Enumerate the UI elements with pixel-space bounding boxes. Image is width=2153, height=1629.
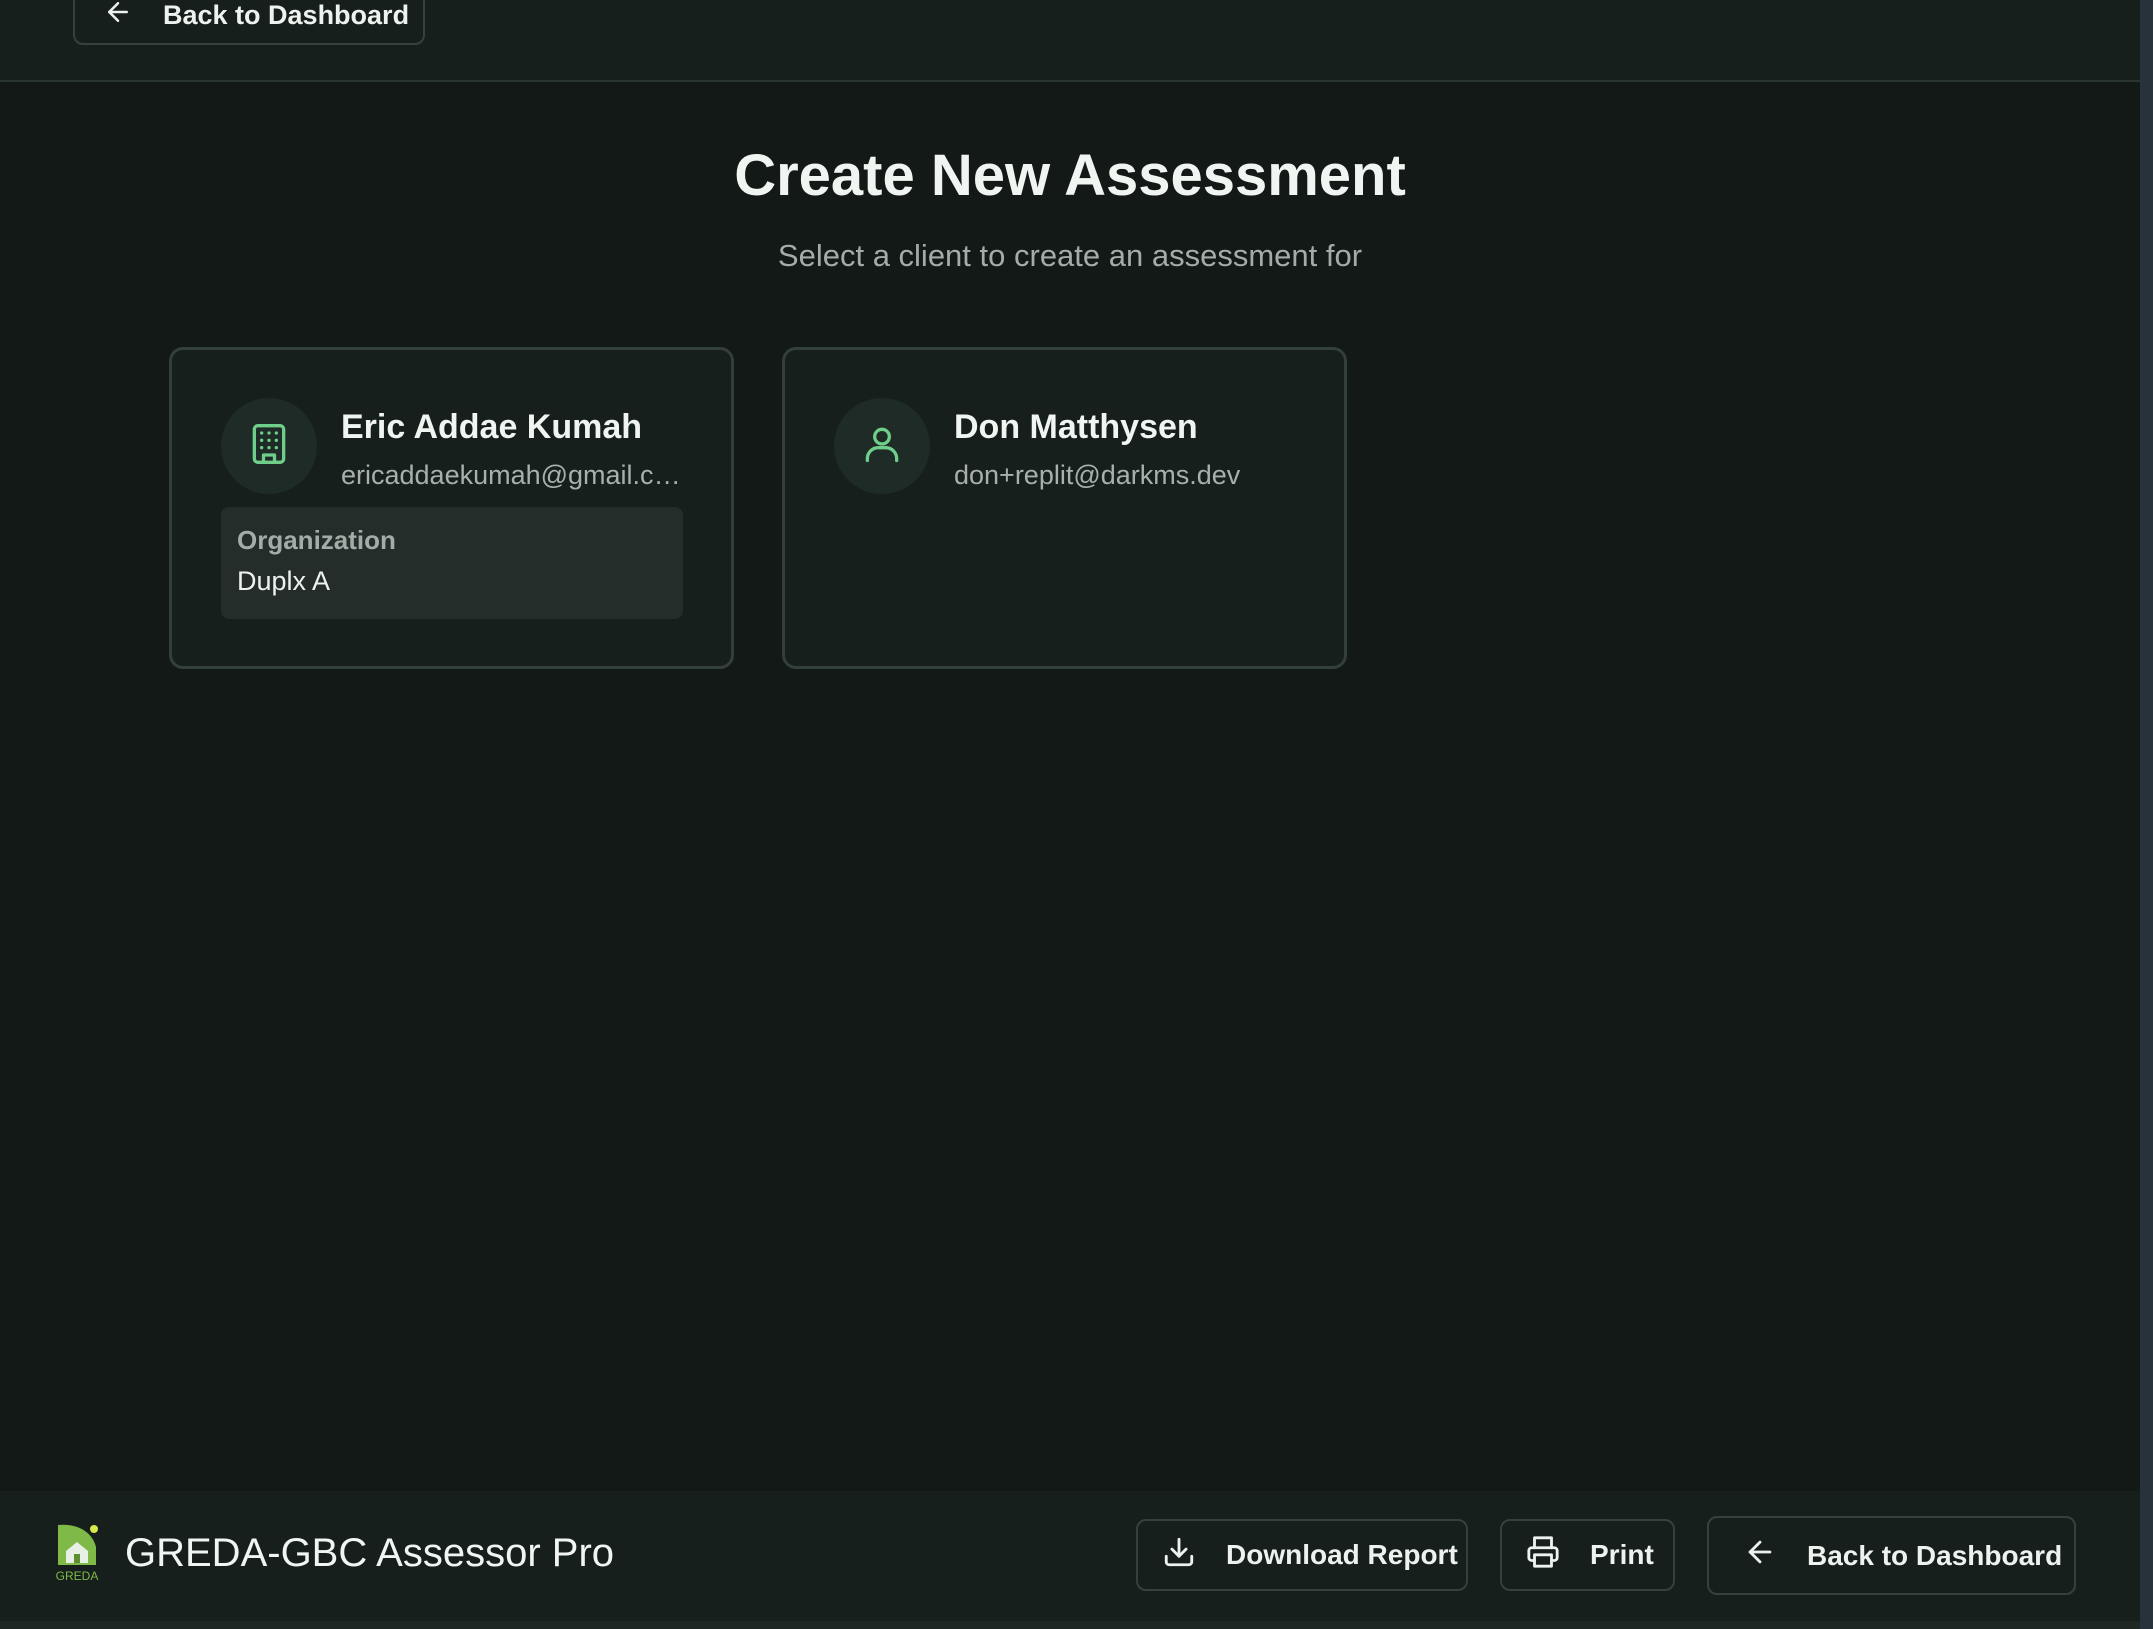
top-header: Back to Dashboard <box>0 0 2140 82</box>
organization-label: Organization <box>237 525 396 555</box>
client-email: ericaddaekumah@gmail.com <box>341 460 686 490</box>
back-to-dashboard-label: Back to Dashboard <box>163 0 410 30</box>
arrow-left-icon <box>103 0 133 34</box>
arrow-left-icon <box>1743 1535 1777 1576</box>
building-icon <box>247 422 291 471</box>
organization-box: Organization Duplx A <box>221 507 683 619</box>
user-icon <box>860 422 904 471</box>
client-name: Eric Addae Kumah <box>341 408 643 446</box>
back-to-dashboard-button[interactable]: Back to Dashboard <box>73 0 425 45</box>
page-subtitle: Select a client to create an assessment … <box>777 238 1363 273</box>
window-edge <box>2140 0 2153 1629</box>
download-report-label: Download Report <box>1226 1539 1458 1570</box>
client-card-don-matthysen[interactable]: Don Matthysen don+replit@darkms.dev <box>782 347 1347 669</box>
download-icon <box>1162 1535 1196 1576</box>
organization-value: Duplx A <box>237 566 331 596</box>
footer-toolbar: GREDA GREDA-GBC Assessor Pro Download Re… <box>0 1491 2140 1621</box>
client-name: Don Matthysen <box>954 408 1198 446</box>
logo-text: GREDA <box>56 1569 99 1583</box>
footer-back-to-dashboard-button[interactable]: Back to Dashboard <box>1707 1516 2076 1595</box>
printer-icon <box>1526 1535 1560 1576</box>
footer-divider <box>0 1621 2140 1629</box>
print-button[interactable]: Print <box>1500 1519 1675 1591</box>
print-label: Print <box>1590 1539 1654 1570</box>
client-card-eric-addae-kumah[interactable]: Eric Addae Kumah ericaddaekumah@gmail.co… <box>169 347 734 669</box>
client-avatar <box>834 398 930 494</box>
page-title: Create New Assessment <box>734 143 1406 208</box>
client-avatar <box>221 398 317 494</box>
greda-logo: GREDA <box>52 1521 102 1583</box>
app-name: GREDA-GBC Assessor Pro <box>125 1531 615 1575</box>
client-email: don+replit@darkms.dev <box>954 460 1241 490</box>
back-to-dashboard-label: Back to Dashboard <box>1807 1539 2063 1571</box>
download-report-button[interactable]: Download Report <box>1136 1519 1468 1591</box>
